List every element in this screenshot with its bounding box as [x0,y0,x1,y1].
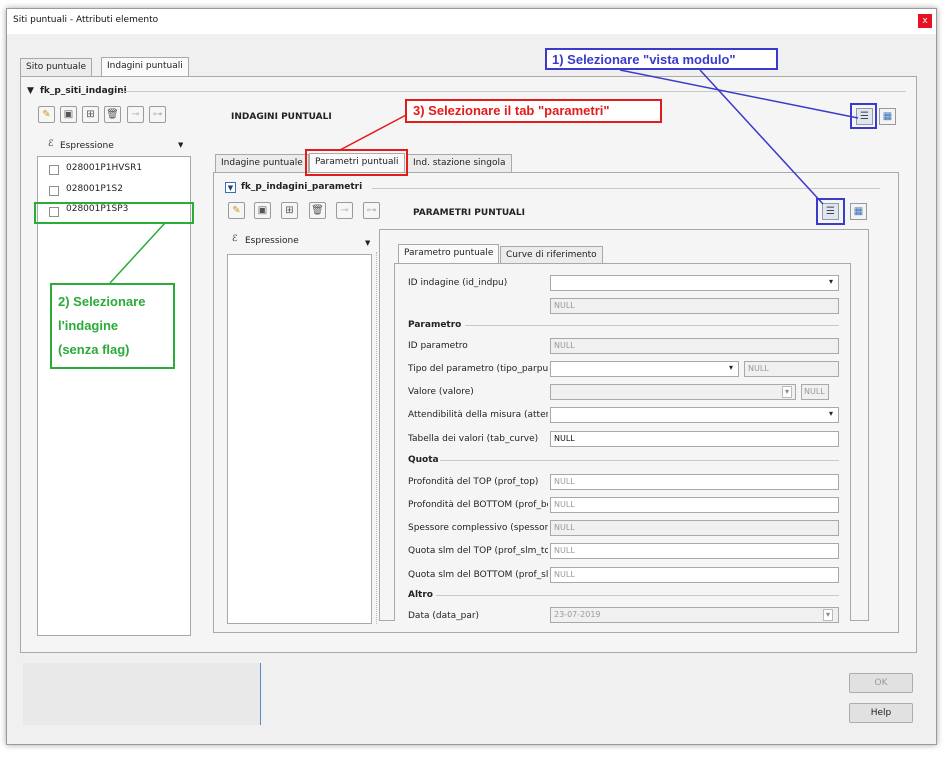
annotation-arrow-red [339,113,409,151]
annotation-arrow-green [109,222,166,284]
annotation-arrow-blue [699,69,824,205]
highlight-box-blue [850,103,877,129]
annotation-3: 3) Selezionare il tab "parametri" [405,99,662,123]
annotation-2: 2) Selezionare l'indagine (senza flag) [50,283,175,369]
highlight-box-green [34,202,194,224]
annotation-2-line: 2) Selezionare [58,294,146,309]
highlight-box-red [305,149,408,176]
annotation-2-line: (senza flag) [58,342,130,357]
annotation-1: 1) Selezionare "vista modulo" [545,48,778,70]
annotation-2-line: l'indagine [58,318,119,333]
